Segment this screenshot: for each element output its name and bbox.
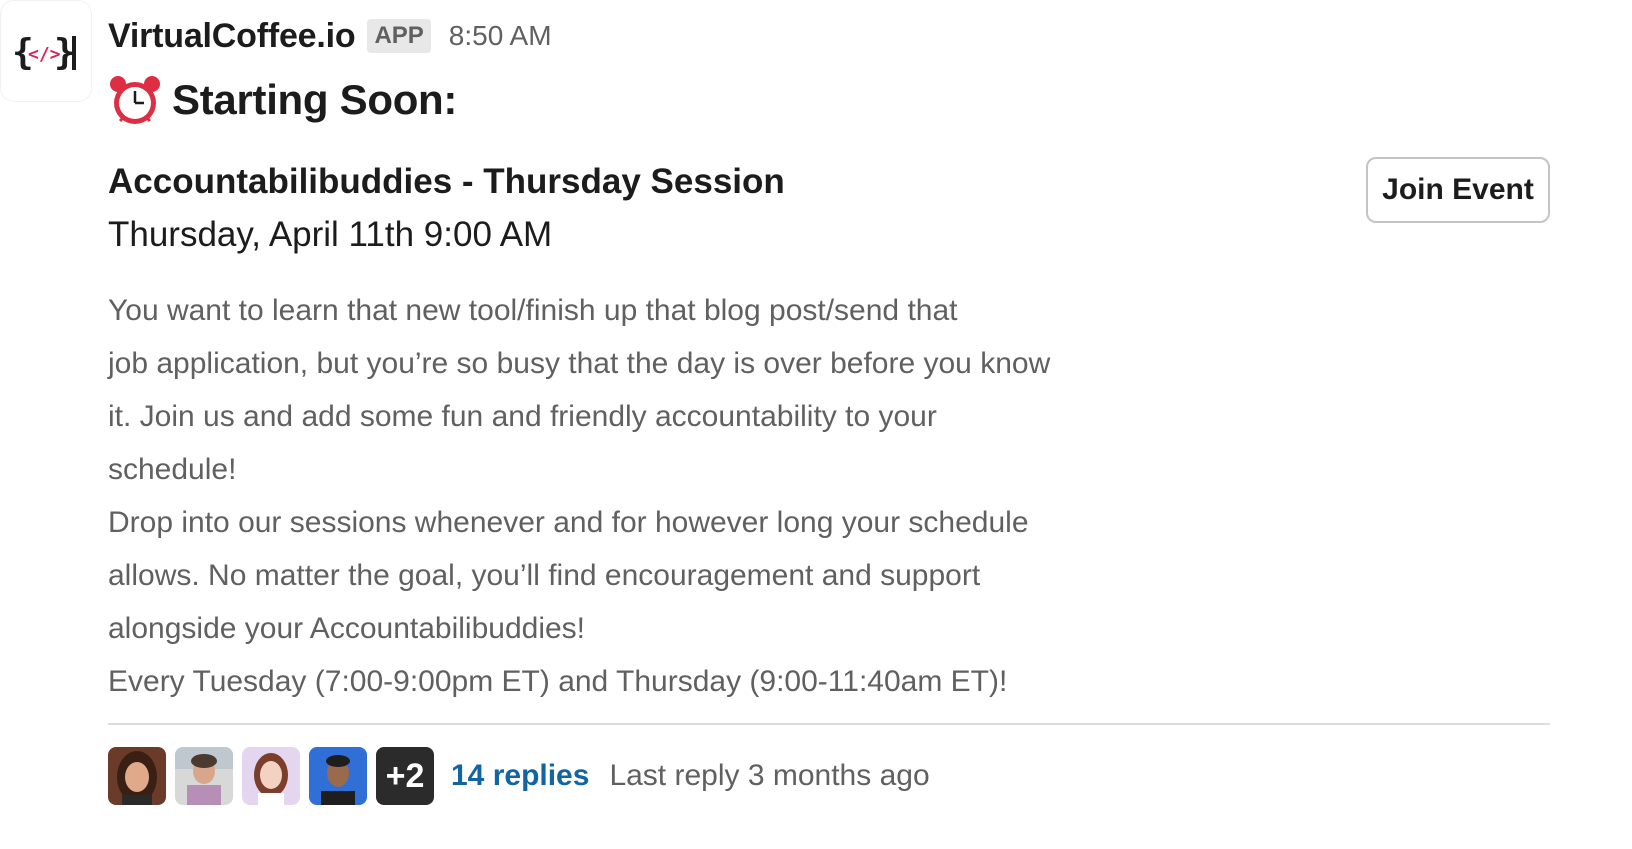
app-avatar[interactable]: { </> } [0, 0, 92, 102]
app-badge: APP [367, 19, 431, 53]
description-line: Drop into our sessions whenever and for … [108, 506, 1029, 539]
code-brackets-logo-icon: { </> } [12, 32, 76, 73]
alarm-clock-icon [110, 76, 160, 124]
last-reply-time: Last reply 3 months ago [609, 759, 930, 792]
replies-link[interactable]: 14 replies [451, 759, 589, 793]
message-header: VirtualCoffee.io APP 8:50 AM [108, 14, 552, 58]
description-line: allows. No matter the goal, you’ll find … [108, 559, 981, 592]
event-title: Accountabilibuddies - Thursday Session [108, 162, 785, 201]
description-line: job application, but you’re so busy that… [108, 347, 1051, 380]
participant-avatar[interactable] [108, 747, 166, 805]
description-line: alongside your Accountabilibuddies! [108, 612, 585, 645]
participant-avatar[interactable] [175, 747, 233, 805]
event-date: Thursday, April 11th 9:00 AM [108, 215, 553, 254]
divider [108, 723, 1550, 725]
participant-avatar[interactable] [309, 747, 367, 805]
headline: Starting Soon: [108, 70, 457, 130]
thread-summary[interactable]: +2 14 replies Last reply 3 months ago [108, 747, 930, 805]
participant-avatar[interactable] [242, 747, 300, 805]
message-timestamp[interactable]: 8:50 AM [449, 20, 552, 52]
headline-text: Starting Soon: [172, 76, 458, 123]
description-line: You want to learn that new tool/finish u… [108, 294, 958, 327]
more-participants-count[interactable]: +2 [376, 747, 434, 805]
description-line: schedule! [108, 453, 237, 486]
description-line: Every Tuesday (7:00-9:00pm ET) and Thurs… [108, 665, 1008, 698]
description-line: it. Join us and add some fun and friendl… [108, 400, 937, 433]
join-event-button[interactable]: Join Event [1366, 157, 1550, 223]
event-description: You want to learn that new tool/finish u… [108, 284, 1108, 708]
sender-name[interactable]: VirtualCoffee.io [108, 17, 356, 56]
